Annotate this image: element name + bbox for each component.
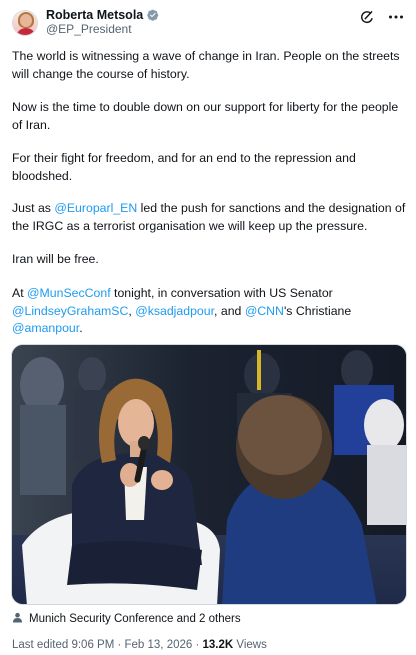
mention-europarl[interactable]: @Europarl_EN <box>54 201 137 215</box>
paragraph-3: For their fight for freedom, and for an … <box>12 151 356 183</box>
tweet-header: Roberta Metsola @EP_President <box>12 8 404 40</box>
paragraph-1: The world is witnessing a wave of change… <box>12 49 400 81</box>
tweet-photo[interactable] <box>11 344 407 605</box>
more-icon[interactable] <box>388 14 404 20</box>
edited-timestamp[interactable]: Last edited 9:06 PM · Feb 13, 2026 · <box>12 639 203 651</box>
views-label: Views <box>233 639 267 651</box>
tweet-card: Roberta Metsola @EP_President The world … <box>0 0 416 655</box>
mention-ksadjadpour[interactable]: @ksadjadpour <box>135 304 214 318</box>
avatar[interactable] <box>12 10 38 36</box>
person-tag-icon <box>12 612 23 626</box>
paragraph-5: Iran will be free. <box>12 252 99 266</box>
author-names: Roberta Metsola @EP_President <box>46 8 159 36</box>
paragraph-4: Just as @Europarl_EN led the push for sa… <box>12 201 406 233</box>
paragraph-6: At @MunSecConf tonight, in conversation … <box>12 286 352 335</box>
tweet-meta: Last edited 9:06 PM · Feb 13, 2026 · 13.… <box>12 639 267 651</box>
mention-cnn[interactable]: @CNN <box>245 304 284 318</box>
handle[interactable]: @EP_President <box>46 22 159 36</box>
tagged-people[interactable]: Munich Security Conference and 2 others <box>12 612 241 626</box>
views-count: 13.2K <box>202 639 234 651</box>
display-name[interactable]: Roberta Metsola <box>46 8 143 22</box>
tagged-label: Munich Security Conference and 2 others <box>29 613 241 625</box>
mention-lindseygraham[interactable]: @LindseyGrahamSC <box>12 304 128 318</box>
mention-amanpour[interactable]: @amanpour <box>12 321 79 335</box>
verified-badge-icon[interactable] <box>147 9 159 21</box>
mention-munsecconf[interactable]: @MunSecConf <box>27 286 111 300</box>
paragraph-2: Now is the time to double down on our su… <box>12 100 399 132</box>
header-actions <box>360 10 404 24</box>
grok-icon[interactable] <box>360 10 374 24</box>
